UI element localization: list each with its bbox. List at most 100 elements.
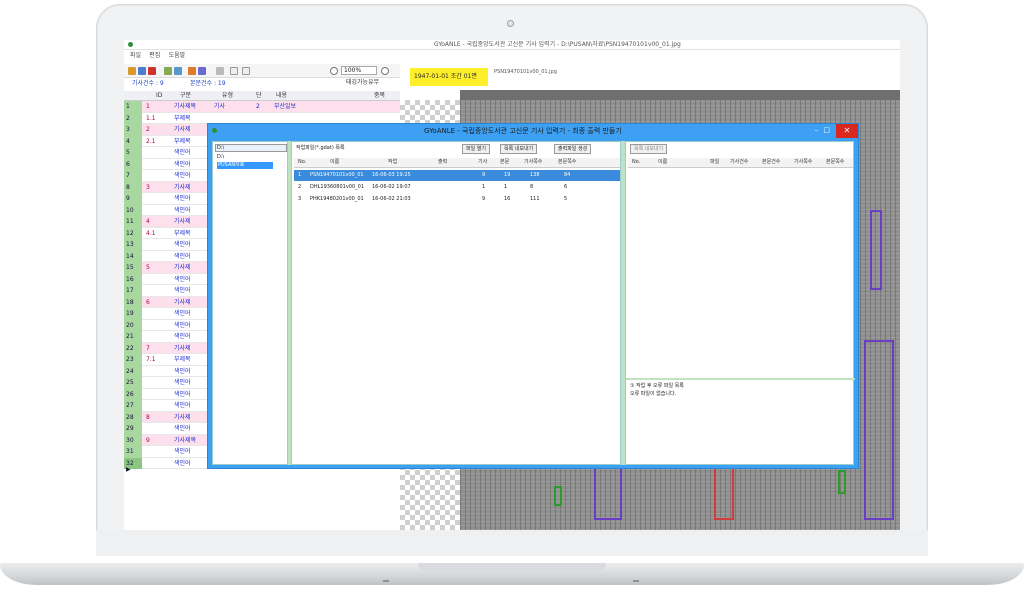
row-number: 24 — [124, 365, 142, 377]
zoom-icon[interactable] — [330, 67, 338, 75]
row-id: 5 — [146, 264, 150, 271]
row-type: 색인어 — [174, 310, 191, 317]
open-icon[interactable] — [128, 67, 136, 75]
export-output-button[interactable]: 목록 내보내기 — [630, 144, 668, 154]
app-icon — [128, 42, 133, 47]
row-number: 11 — [124, 216, 142, 228]
row-type: 색인어 — [174, 379, 191, 386]
hdr-body: 본문 — [500, 159, 510, 165]
grid-header: ID 구분 유형 단 내용 중복 — [124, 91, 400, 101]
export-icon[interactable] — [148, 67, 156, 75]
row-number: 27 — [124, 400, 142, 412]
row-number: 21 — [124, 331, 142, 343]
screen: GYoANLE - 국립중앙도서관 고신문 기사 입력기 - D:\PUSAN\… — [124, 40, 900, 530]
row-content: 부산일보 — [274, 103, 297, 110]
col-dan: 단 — [256, 92, 262, 99]
laptop-notch — [418, 563, 606, 571]
tree-node-folder[interactable]: PUSAN자료 — [217, 162, 273, 169]
region-box[interactable] — [714, 460, 734, 520]
row-id: 8 — [146, 413, 150, 421]
row-type: 색인어 — [174, 321, 191, 329]
region-box[interactable] — [554, 486, 562, 506]
row-type: 부제목 — [174, 114, 191, 122]
list-item[interactable]: 3 PHK19480201v00_01 16-06-02 21:03 9 16 111 5 — [294, 194, 620, 205]
drive-select[interactable]: D:\ — [215, 144, 287, 152]
list-cell-c: 111 — [530, 196, 540, 202]
list-cell-d: 84 — [564, 172, 571, 178]
output-list: 목록 내보내기 No. 이름 파일 기사건수 본문건수 기사쪽수 본문쪽수 ① … — [625, 141, 855, 466]
row-id: 1 — [146, 103, 150, 110]
list-cell-d: 5 — [564, 196, 568, 202]
list-cell-date: 16-06-03 19:25 — [372, 172, 411, 178]
region-box[interactable] — [864, 340, 894, 520]
region-box[interactable] — [870, 210, 882, 290]
tool-icon[interactable] — [174, 67, 182, 75]
row-type: 부제목 — [174, 229, 191, 237]
row-type: 색인어 — [174, 367, 191, 375]
row-number: 28 — [124, 411, 142, 423]
create-output-button[interactable]: 출력파일 생성 — [554, 144, 592, 154]
menu-file[interactable]: 파일 — [130, 53, 141, 59]
row-type: 색인어 — [174, 402, 191, 409]
menu-edit[interactable]: 편집 — [149, 53, 160, 59]
list-item[interactable]: 2 DHL19360801v00_01 16-06-02 19:07 1 1 8 6 — [294, 182, 620, 193]
list-header: No. 이름 작업 출력 기사 본문 기사쪽수 본문쪽수 — [294, 158, 620, 168]
tool-icon[interactable] — [188, 67, 196, 75]
row-number: 23 — [124, 354, 142, 366]
open-file-button[interactable]: 파일 열기 — [462, 144, 490, 154]
hdr-articles: 기사 — [478, 159, 488, 165]
close-icon[interactable]: ✕ — [836, 124, 858, 138]
image-filename: PSN19470101v00_01.jpg — [494, 69, 557, 75]
laptop-mockup: GYoANLE - 국립중앙도서관 고신문 기사 입력기 - D:\PUSAN\… — [0, 0, 1024, 613]
save-icon[interactable] — [138, 67, 146, 75]
date-tab[interactable]: 1947-01-01 조간 01면 — [410, 68, 488, 86]
list-cell-no: 2 — [298, 184, 302, 190]
minimize-icon[interactable]: – — [815, 127, 819, 134]
tree-node-drive[interactable]: D:\ — [217, 155, 224, 160]
col-id: ID — [156, 92, 163, 99]
row-type: 부제목 — [174, 137, 191, 145]
row-number: 20 — [124, 319, 142, 331]
row-type: 기사제 — [174, 344, 191, 352]
list-cell-name: DHL19360801v00_01 — [310, 184, 365, 190]
list-label: 작업파일(*.gdat) 목록 — [296, 145, 345, 151]
row-kind: 기사 — [214, 103, 226, 110]
zoom-in-icon[interactable] — [381, 67, 389, 75]
list-cell-no: 3 — [298, 196, 302, 202]
tool-icon[interactable] — [198, 67, 206, 75]
arrow-down-icon[interactable] — [242, 67, 250, 75]
dialog-title: GYoANLE - 국립중앙도서관 고신문 기사 입력기 - 최종 출력 만들기 — [424, 127, 622, 135]
list-item[interactable]: 1 PSN19470101v00_01 16-06-03 19:25 9 19 138 84 — [294, 170, 620, 181]
region-box[interactable] — [838, 470, 846, 494]
table-row[interactable]: 1 1 기사제목 기사 부산일보 2 — [124, 101, 400, 113]
camera-icon — [507, 20, 514, 27]
tagging-checkbox[interactable]: 태깅가능유무 — [346, 80, 379, 86]
output-header: No. 이름 파일 기사건수 본문건수 기사쪽수 본문쪽수 — [628, 158, 853, 168]
list-cell-a: 9 — [482, 196, 486, 202]
row-number: 5 — [124, 147, 142, 159]
row-number: 12 — [124, 227, 142, 239]
row-id: 7 — [146, 344, 150, 352]
tool-icon[interactable] — [216, 67, 224, 75]
error-panel: ① 작업 후 오류 파일 목록 오류 파일이 없습니다. — [626, 378, 855, 466]
arrow-up-icon[interactable] — [230, 67, 238, 75]
row-type: 색인어 — [174, 275, 191, 283]
folder-tree: D:\ D:\ PUSAN자료 — [212, 141, 288, 465]
row-type: 부제목 — [174, 356, 191, 363]
row-number: 7 — [124, 170, 142, 182]
tool-icon[interactable] — [164, 67, 172, 75]
list-cell-b: 19 — [504, 172, 511, 178]
rhdr-articles: 기사건수 — [730, 159, 749, 165]
row-dan: 2 — [256, 103, 260, 110]
list-cell-b: 1 — [504, 184, 508, 190]
row-number: 15 — [124, 262, 142, 274]
row-type: 기사제목 — [174, 103, 197, 110]
menu-help[interactable]: 도움말 — [169, 53, 186, 59]
laptop-foot — [633, 580, 639, 582]
dialog-titlebar[interactable]: GYoANLE - 국립중앙도서관 고신문 기사 입력기 - 최종 출력 만들기… — [208, 124, 858, 140]
list-cell-name: PSN19470101v00_01 — [310, 172, 364, 178]
zoom-select[interactable]: 100% — [341, 66, 377, 75]
maximize-icon[interactable]: □ — [823, 127, 830, 134]
counts-bar: 기사건수 : 9 본문건수 : 19 태깅가능유무 — [124, 80, 400, 89]
export-list-button[interactable]: 목록 내보내기 — [500, 144, 538, 154]
